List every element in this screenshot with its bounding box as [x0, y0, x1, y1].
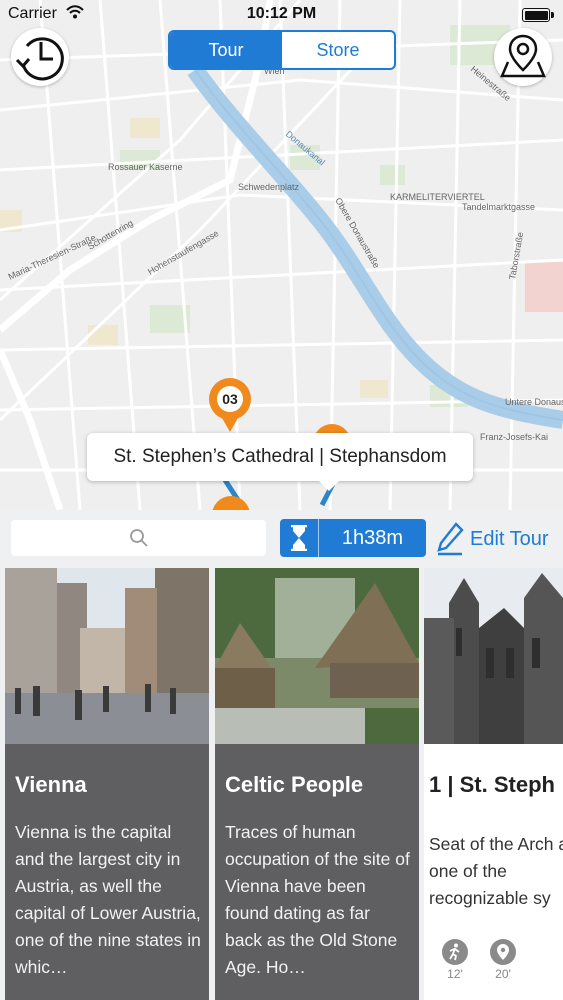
tour-map-button[interactable]	[494, 28, 552, 86]
map-label-tandelmarktgasse: Tandelmarktgasse	[462, 202, 535, 212]
card-photo-vienna-street	[5, 568, 209, 744]
card-description: Vienna is the capital and the largest ci…	[15, 822, 201, 977]
clock: 10:12 PM	[246, 5, 317, 22]
tab-store[interactable]: Store	[282, 32, 394, 68]
stat-visit-time: 20'	[488, 939, 518, 981]
map-label-karmeliterviertel: KARMELITERVIERTEL	[390, 192, 485, 202]
card-description: Seat of the Arch and one of the recogniz…	[429, 834, 563, 908]
history-button[interactable]	[11, 28, 69, 86]
stat-walk-value: 12'	[447, 967, 463, 981]
card-title: Celtic People	[225, 772, 364, 797]
edit-tour-button[interactable]: Edit Tour	[436, 522, 549, 556]
duration-button[interactable]: 1h38m	[280, 519, 426, 557]
pencil-icon	[437, 522, 464, 556]
tab-tour[interactable]: Tour	[170, 32, 282, 68]
card-title: 1 | St. Steph	[429, 772, 555, 797]
tour-toolbar: 1h38m Edit Tour	[0, 510, 563, 568]
map-label-franz-josefs-kai: Franz-Josefs-Kai	[480, 432, 548, 442]
status-bar: Carrier 10:12 PM	[0, 0, 563, 30]
card-photo-celtic-huts	[215, 568, 419, 744]
card-photo-st-stephens-cathedral	[424, 568, 563, 744]
tour-card-celtic-people[interactable]: Celtic People Traces of human occupation…	[215, 568, 419, 1000]
map-label-rossauer-kaserne: Rossauer Kaserne	[108, 162, 183, 172]
location-pin-icon	[490, 939, 516, 965]
tour-card-st-stephens[interactable]: 1 | St. Steph Seat of the Arch and one o…	[424, 568, 563, 1000]
tour-card-vienna[interactable]: Vienna Vienna is the capital and the lar…	[5, 568, 209, 1000]
battery-icon	[522, 8, 554, 22]
map-view[interactable]: Wien Donaukanal Rossauer Kaserne Schwede…	[0, 0, 563, 510]
edit-tour-label: Edit Tour	[470, 527, 549, 550]
search-icon	[129, 529, 148, 547]
map-label-untere-donaustrasse: Untere Donaustraße	[505, 397, 563, 407]
card-title: Vienna	[15, 772, 87, 797]
card-description: Traces of human occupation of the site o…	[225, 822, 410, 977]
walk-icon	[442, 939, 468, 965]
callout-title: St. Stephen’s Cathedral | Stephansdom	[113, 446, 447, 467]
search-field[interactable]	[11, 520, 266, 556]
map-pin-stop[interactable]: 03	[209, 378, 251, 432]
map-pins-icon	[500, 34, 546, 78]
stat-visit-value: 20'	[495, 967, 511, 981]
tour-store-segmented-control: Tour Store	[168, 30, 396, 70]
map-callout[interactable]: St. Stephen’s Cathedral | Stephansdom	[87, 433, 473, 491]
map-label-schwedenplatz: Schwedenplatz	[238, 182, 300, 192]
stat-walk-time: 12'	[440, 939, 470, 981]
history-clock-icon	[15, 37, 64, 81]
map-pin-number: 03	[217, 386, 243, 412]
hourglass-icon	[280, 519, 319, 557]
duration-value: 1h38m	[341, 526, 404, 549]
